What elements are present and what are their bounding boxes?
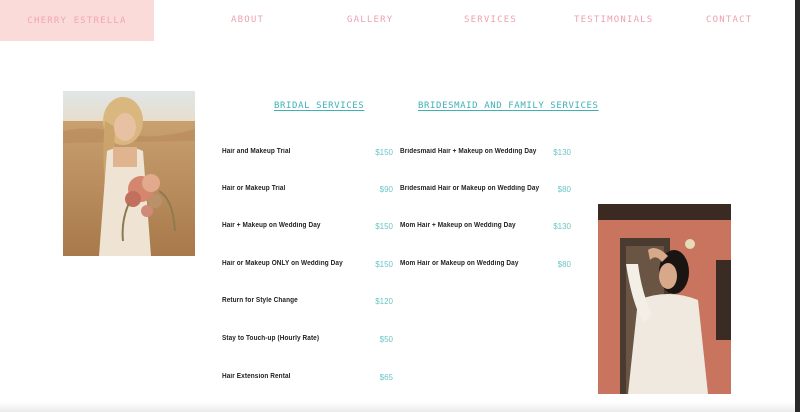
service-name: Hair Extension Rental — [222, 373, 291, 380]
service-price: $130 — [553, 222, 571, 231]
service-name: Bridesmaid Hair or Makeup on Wedding Day — [400, 185, 540, 192]
service-price: $80 — [557, 260, 571, 269]
service-name: Hair or Makeup Trial — [222, 185, 286, 192]
woman-pink-wall-photo — [598, 204, 731, 394]
brand-name: CHERRY ESTRELLA — [27, 15, 127, 26]
service-price: $120 — [375, 297, 393, 306]
service-name: Mom Hair or Makeup on Wedding Day — [400, 260, 519, 267]
bridal-services-heading: BRIDAL SERVICES — [274, 101, 365, 111]
service-name: Stay to Touch-up (Hourly Rate) — [222, 335, 320, 342]
brand-logo[interactable]: CHERRY ESTRELLA — [0, 0, 154, 41]
service-price: $50 — [379, 335, 393, 344]
nav-gallery[interactable]: GALLERY — [347, 15, 393, 25]
service-price: $65 — [379, 373, 393, 382]
bride-desert-photo — [63, 91, 195, 256]
service-price: $150 — [375, 222, 393, 231]
bottom-fade — [0, 402, 795, 412]
nav-services[interactable]: SERVICES — [464, 15, 517, 25]
service-name: Hair or Makeup ONLY on Wedding Day — [222, 260, 343, 267]
bridesmaid-services-heading: BRIDESMAID AND FAMILY SERVICES — [418, 101, 599, 111]
service-price: $80 — [557, 185, 571, 194]
service-price: $130 — [553, 148, 571, 157]
service-name: Bridesmaid Hair + Makeup on Wedding Day — [400, 148, 537, 155]
service-name: Hair and Makeup Trial — [222, 148, 291, 155]
service-name: Hair + Makeup on Wedding Day — [222, 222, 321, 229]
service-name: Return for Style Change — [222, 297, 298, 304]
services-page: CHERRY ESTRELLA ABOUT GALLERY SERVICES T… — [0, 0, 795, 412]
service-name: Mom Hair + Makeup on Wedding Day — [400, 222, 516, 229]
service-price: $90 — [379, 185, 393, 194]
nav-contact[interactable]: CONTACT — [706, 15, 752, 25]
service-price: $150 — [375, 260, 393, 269]
nav-testimonials[interactable]: TESTIMONIALS — [574, 15, 653, 25]
nav-about[interactable]: ABOUT — [231, 15, 264, 25]
window-scrollbar[interactable] — [795, 0, 800, 412]
service-price: $150 — [375, 148, 393, 157]
